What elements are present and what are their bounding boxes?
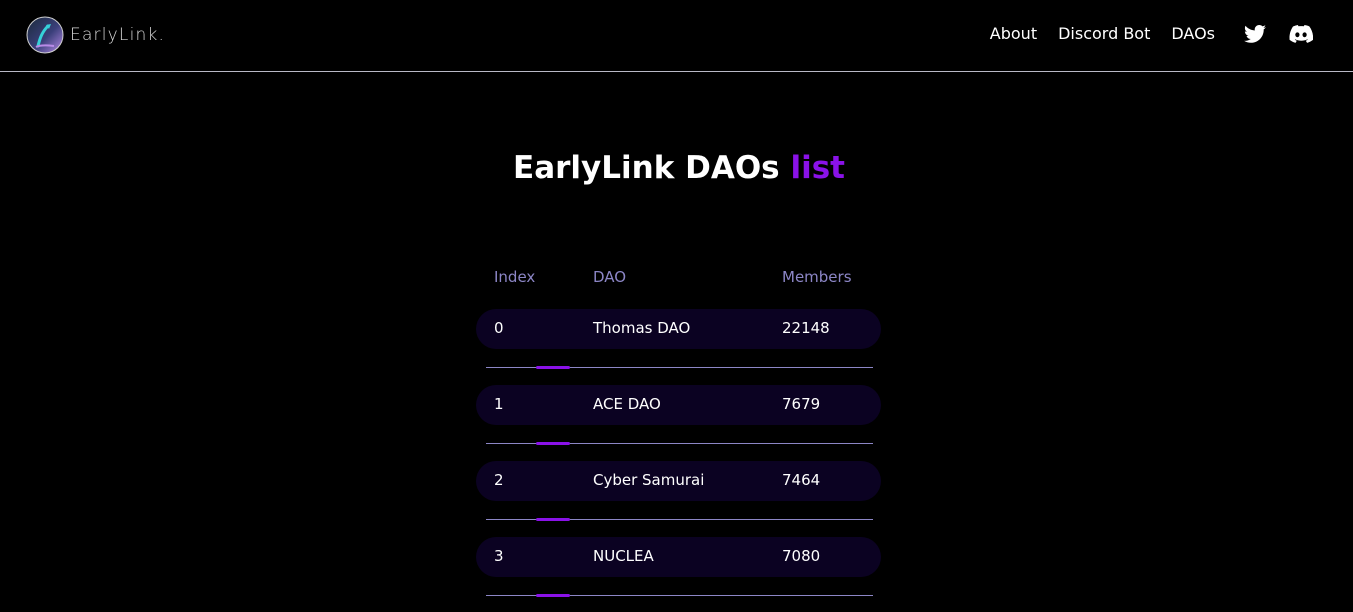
table-row-wrapper: 1 ACE DAO 7679 <box>476 372 881 448</box>
header-members: Members <box>782 268 852 286</box>
cell-dao: NUCLEA <box>593 547 654 565</box>
cell-members: 7464 <box>782 471 821 489</box>
cell-index: 1 <box>494 395 504 413</box>
row-divider-accent <box>536 594 570 597</box>
header-dao: DAO <box>593 268 627 286</box>
nav-discord-bot-link[interactable]: Discord Bot <box>1058 22 1150 46</box>
cell-dao: Thomas DAO <box>593 319 691 337</box>
cell-index: 3 <box>494 547 504 565</box>
cell-members: 22148 <box>782 319 830 337</box>
top-navbar: EarlyLink. About Discord Bot DAOs <box>0 0 1353 72</box>
daos-table: Index DAO Members 0 Thomas DAO 22148 1 A… <box>476 260 881 600</box>
twitter-icon[interactable] <box>1243 22 1267 46</box>
row-divider-accent <box>536 366 570 369</box>
cell-members: 7679 <box>782 395 821 413</box>
cell-dao: Cyber Samurai <box>593 471 705 489</box>
discord-icon[interactable] <box>1289 22 1313 46</box>
nav-links: About Discord Bot DAOs <box>990 22 1313 46</box>
row-divider-accent <box>536 518 570 521</box>
table-row[interactable]: 3 NUCLEA 7080 <box>476 537 881 577</box>
cell-members: 7080 <box>782 547 821 565</box>
brand-logo-link[interactable]: EarlyLink. <box>26 16 165 54</box>
table-row-wrapper: 2 Cyber Samurai 7464 <box>476 448 881 524</box>
nav-about-link[interactable]: About <box>990 22 1037 46</box>
header-index: Index <box>494 268 536 286</box>
row-divider-accent <box>536 442 570 445</box>
cell-index: 0 <box>494 319 504 337</box>
page-title: EarlyLink DAOs list <box>0 148 1353 188</box>
nav-daos-link[interactable]: DAOs <box>1171 22 1215 46</box>
table-row[interactable]: 2 Cyber Samurai 7464 <box>476 461 881 501</box>
table-row-wrapper: 0 Thomas DAO 22148 <box>476 296 881 372</box>
cell-index: 2 <box>494 471 504 489</box>
table-header: Index DAO Members <box>476 260 881 296</box>
cell-dao: ACE DAO <box>593 395 661 413</box>
table-row[interactable]: 0 Thomas DAO 22148 <box>476 309 881 349</box>
logo-icon <box>26 16 64 54</box>
page-title-accent: list <box>790 150 845 186</box>
page-title-main: EarlyLink DAOs <box>513 150 780 186</box>
table-row-wrapper: 3 NUCLEA 7080 <box>476 524 881 600</box>
brand-name: EarlyLink. <box>70 25 166 45</box>
table-row[interactable]: 1 ACE DAO 7679 <box>476 385 881 425</box>
